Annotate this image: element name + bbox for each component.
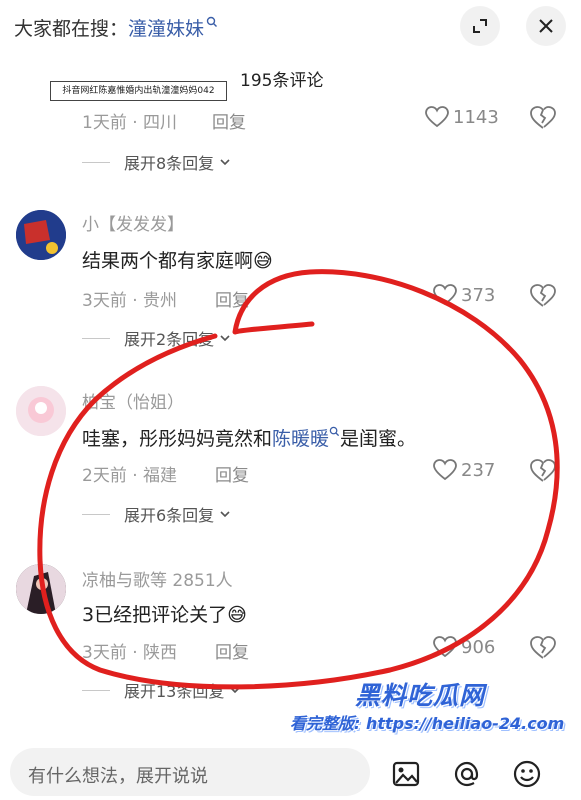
dislike-button[interactable]: [530, 106, 556, 134]
comment-count: 195条评论: [240, 71, 324, 91]
expand-label: 展开8条回复: [124, 154, 215, 173]
search-term-link[interactable]: 潼潼妹妹: [128, 18, 204, 40]
heart-icon: [425, 106, 449, 128]
username[interactable]: 小【发发发】: [82, 210, 184, 235]
divider-line: [82, 337, 110, 339]
avatar[interactable]: [16, 386, 66, 436]
broken-heart-icon: [530, 284, 556, 307]
like-button[interactable]: 237: [433, 459, 495, 481]
mention-button[interactable]: [452, 759, 482, 793]
comment-meta: 3天前 · 陕西: [82, 643, 178, 663]
comment-text: 3已经把评论关了😅: [82, 600, 247, 627]
watermark-logo: 黑料吃瓜网: [355, 681, 486, 710]
expand-replies[interactable]: 展开6条回复: [82, 502, 232, 526]
comment-meta: 2天前 · 福建: [82, 466, 178, 486]
like-count: 373: [461, 284, 496, 306]
chevron-down-icon: [220, 159, 230, 166]
username[interactable]: 凉柚与歌等 2851人: [82, 566, 233, 591]
reply-button[interactable]: 回复: [215, 286, 249, 311]
search-suggestion[interactable]: 大家都在搜：潼潼妹妹: [14, 14, 218, 41]
reply-button[interactable]: 回复: [215, 461, 249, 486]
chevron-down-icon: [220, 511, 230, 518]
like-count: 237: [461, 459, 496, 481]
search-icon[interactable]: [206, 16, 218, 28]
collapse-button[interactable]: [460, 6, 500, 46]
dislike-button[interactable]: [530, 636, 556, 664]
expand-label: 展开6条回复: [124, 506, 215, 525]
comment-input-placeholder: 有什么想法，展开说说: [28, 766, 208, 787]
close-icon: [539, 19, 553, 33]
mention-link[interactable]: 陈暖暖: [272, 428, 329, 450]
like-button[interactable]: 1143: [425, 106, 499, 128]
broken-heart-icon: [530, 636, 556, 659]
comment-text: 结果两个都有家庭啊😅: [82, 246, 273, 273]
heart-icon: [433, 459, 457, 481]
emoji-icon: [513, 760, 541, 788]
emoji: 😅: [253, 250, 273, 272]
expand-replies[interactable]: 展开8条回复: [82, 150, 232, 174]
search-prefix: 大家都在搜：: [14, 18, 129, 40]
chevron-down-icon: [220, 335, 230, 342]
like-button[interactable]: 906: [433, 636, 495, 658]
comment-body-end: 是闺蜜。: [340, 428, 417, 450]
collapse-icon: [473, 19, 487, 33]
like-button[interactable]: 373: [433, 284, 495, 306]
divider-line: [82, 513, 110, 515]
like-count: 1143: [453, 106, 499, 128]
comment-body: 3已经把评论关了: [82, 604, 228, 626]
expand-replies[interactable]: 展开13条回复: [82, 678, 242, 702]
image-icon: [392, 761, 420, 787]
at-icon: [454, 761, 479, 787]
reply-button[interactable]: 回复: [212, 108, 246, 133]
close-button[interactable]: [526, 6, 566, 46]
comment-body: 结果两个都有家庭啊: [82, 250, 254, 272]
divider-line: [82, 689, 110, 691]
emoji: 😅: [227, 604, 247, 626]
reply-button[interactable]: 回复: [215, 638, 249, 663]
comment-meta: 3天前 · 贵州: [82, 291, 178, 311]
heart-icon: [433, 284, 457, 306]
comment-text: 哇塞，彤彤妈妈竟然和陈暖暖 是闺蜜。: [82, 424, 416, 451]
broken-heart-icon: [530, 106, 556, 129]
avatar[interactable]: [16, 210, 66, 260]
like-count: 906: [461, 636, 496, 658]
expand-label: 展开13条回复: [124, 682, 225, 701]
dislike-button[interactable]: [530, 459, 556, 487]
heart-icon: [433, 636, 457, 658]
broken-heart-icon: [530, 459, 556, 482]
expand-replies[interactable]: 展开2条回复: [82, 326, 232, 350]
watermark-url: 看完整版: https://heiliao-24.com: [290, 714, 565, 733]
username[interactable]: 柏宝（怡姐）: [82, 388, 184, 413]
dislike-button[interactable]: [530, 284, 556, 312]
chevron-down-icon: [230, 687, 240, 694]
divider-line: [82, 161, 110, 163]
image-button[interactable]: [392, 760, 420, 792]
comment-body: 哇塞，彤彤妈妈竟然和: [82, 428, 273, 450]
avatar[interactable]: [16, 564, 66, 614]
comment-meta: 1天前 · 四川: [82, 113, 178, 133]
emoji-button[interactable]: [512, 759, 542, 793]
search-icon[interactable]: [329, 426, 340, 437]
expand-label: 展开2条回复: [124, 330, 215, 349]
watermark-caption: 抖音网红陈嘉惟婚内出轨潼潼妈妈042: [50, 81, 227, 101]
